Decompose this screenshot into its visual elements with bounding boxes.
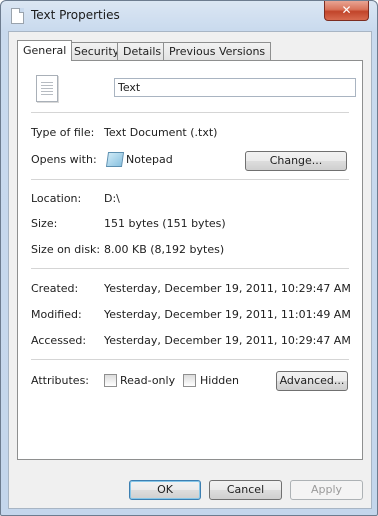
type-of-file-value: Text Document (.txt) [104,126,218,139]
separator [31,179,349,180]
title-bar[interactable]: Text Properties ✕ [1,1,377,31]
created-value: Yesterday, December 19, 2011, 10:29:47 A… [104,282,351,295]
close-icon: ✕ [341,3,352,17]
apply-button[interactable]: Apply [290,480,363,500]
separator [31,359,349,360]
apply-button-label: Apply [310,483,343,496]
hidden-label[interactable]: Hidden [200,374,239,387]
read-only-label[interactable]: Read-only [120,374,175,387]
change-button-label: Change... [269,154,323,167]
size-value: 151 bytes (151 bytes) [104,217,226,230]
text-file-icon [11,8,24,24]
modified-value: Yesterday, December 19, 2011, 11:01:49 A… [104,308,351,321]
separator [31,268,349,269]
opens-with-value: Notepad [126,153,173,166]
tab-details[interactable]: Details [117,42,168,60]
modified-label: Modified: [31,308,82,321]
cancel-button[interactable]: Cancel [209,480,282,500]
cancel-button-label: Cancel [226,483,265,496]
location-value: D:\ [104,192,120,205]
change-button[interactable]: Change... [245,151,347,171]
advanced-button[interactable]: Advanced... [276,371,348,391]
location-label: Location: [31,192,82,205]
properties-window: Text Properties ✕ General Security Detai… [0,0,378,516]
size-on-disk-value: 8.00 KB (8,192 bytes) [104,243,225,256]
size-label: Size: [31,217,58,230]
size-on-disk-label: Size on disk: [31,243,101,256]
ok-button-label: OK [157,483,173,496]
hidden-checkbox[interactable] [183,374,196,387]
file-name-input[interactable] [114,78,356,97]
tab-previous-versions[interactable]: Previous Versions [163,42,272,60]
advanced-button-label: Advanced... [279,374,345,387]
text-file-icon [36,75,58,102]
close-button[interactable]: ✕ [324,1,369,21]
notepad-icon [105,152,125,167]
read-only-checkbox[interactable] [104,374,117,387]
dialog-client-area: General Security Details Previous Versio… [8,31,372,509]
type-of-file-label: Type of file: [31,126,95,139]
accessed-label: Accessed: [31,334,87,347]
general-tab-panel: Type of file: Text Document (.txt) Opens… [17,60,363,460]
separator [31,112,349,113]
window-title: Text Properties [31,8,120,22]
attributes-label: Attributes: [31,374,90,387]
accessed-value: Yesterday, December 19, 2011, 10:29:47 A… [104,334,351,347]
created-label: Created: [31,282,79,295]
ok-button[interactable]: OK [129,480,201,500]
tab-general[interactable]: General [17,40,73,61]
opens-with-label: Opens with: [31,153,97,166]
